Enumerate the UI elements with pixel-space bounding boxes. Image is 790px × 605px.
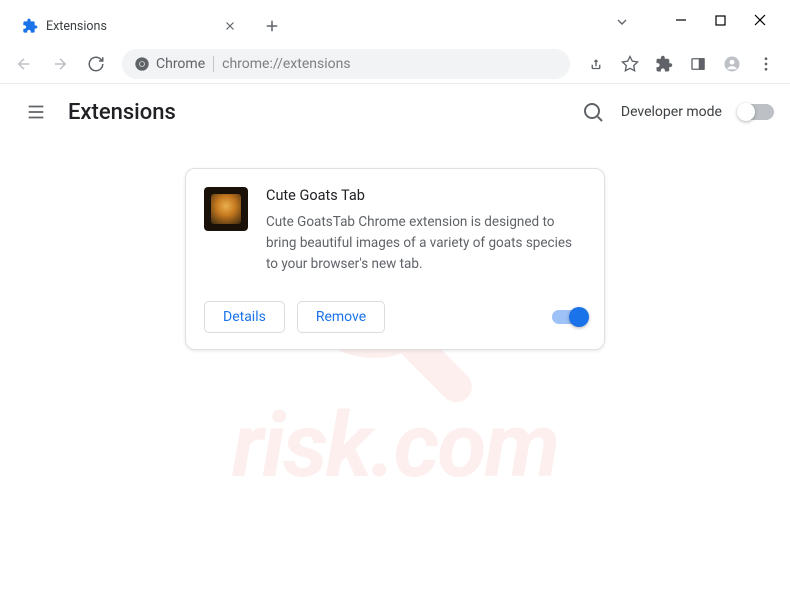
address-bar[interactable]: Chrome chrome://extensions — [122, 49, 570, 79]
back-button[interactable] — [8, 48, 40, 80]
tab-title: Extensions — [46, 19, 214, 34]
remove-button[interactable]: Remove — [297, 301, 385, 333]
toolbar-actions — [580, 48, 782, 80]
maximize-button[interactable] — [715, 15, 726, 26]
tab-search-button[interactable] — [614, 14, 630, 30]
close-window-button[interactable] — [754, 14, 766, 26]
page-header: Extensions Developer mode — [0, 84, 790, 140]
site-info-label: Chrome — [156, 56, 205, 72]
close-tab-button[interactable] — [222, 18, 238, 34]
profile-button[interactable] — [716, 48, 748, 80]
details-button[interactable]: Details — [204, 301, 285, 333]
extension-name: Cute Goats Tab — [266, 187, 586, 204]
sidepanel-button[interactable] — [682, 48, 714, 80]
search-extensions-button[interactable] — [581, 100, 605, 124]
reload-button[interactable] — [80, 48, 112, 80]
extensions-button[interactable] — [648, 48, 680, 80]
page-title: Extensions — [68, 100, 176, 125]
extensions-icon — [22, 18, 38, 34]
extension-info: Cute Goats Tab Cute GoatsTab Chrome exte… — [266, 187, 586, 275]
bookmark-button[interactable] — [614, 48, 646, 80]
omnibox-separator — [213, 56, 214, 72]
hamburger-menu-button[interactable] — [16, 92, 56, 132]
header-actions: Developer mode — [581, 100, 774, 124]
share-button[interactable] — [580, 48, 612, 80]
extension-card-header: Cute Goats Tab Cute GoatsTab Chrome exte… — [204, 187, 586, 275]
extension-icon — [204, 187, 248, 231]
tab-strip: Extensions — [0, 0, 286, 44]
browser-toolbar: Chrome chrome://extensions — [0, 44, 790, 84]
minimize-button[interactable] — [675, 14, 687, 26]
window-titlebar: Extensions — [0, 0, 790, 44]
developer-mode-label: Developer mode — [621, 104, 722, 120]
menu-button[interactable] — [750, 48, 782, 80]
extension-card-actions: Details Remove — [204, 301, 586, 333]
watermark-text: risk.com — [232, 393, 558, 498]
url-text: chrome://extensions — [222, 56, 350, 72]
extension-card: Cute Goats Tab Cute GoatsTab Chrome exte… — [185, 168, 605, 350]
developer-mode-toggle[interactable] — [738, 104, 774, 120]
window-controls — [675, 0, 790, 40]
extensions-grid: Cute Goats Tab Cute GoatsTab Chrome exte… — [0, 140, 790, 350]
browser-tab[interactable]: Extensions — [10, 8, 250, 44]
extension-description: Cute GoatsTab Chrome extension is design… — [266, 212, 586, 275]
forward-button[interactable] — [44, 48, 76, 80]
new-tab-button[interactable] — [258, 12, 286, 40]
site-info-chip[interactable]: Chrome — [134, 56, 205, 72]
extension-enable-toggle[interactable] — [552, 310, 586, 324]
